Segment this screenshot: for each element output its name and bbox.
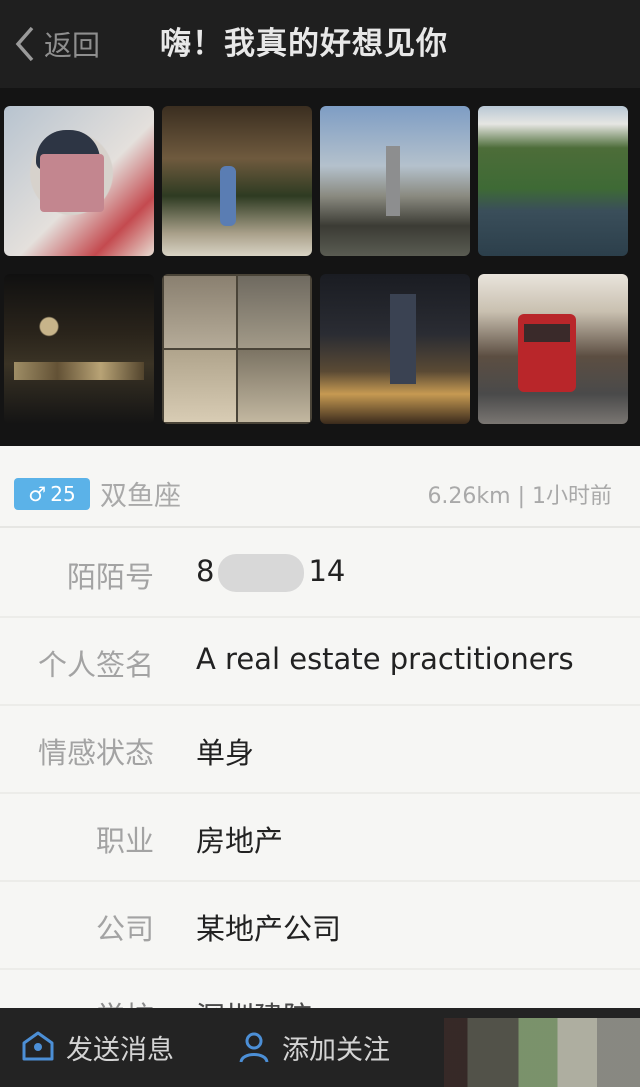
photo-thumbnail-5[interactable] [4,274,154,424]
photo-thumbnail-7[interactable] [320,274,470,424]
photo-thumbnail-2[interactable] [162,106,312,256]
chevron-left-icon [15,26,34,62]
age-value: 25 [50,482,76,506]
photo-subject [390,294,416,384]
photo-thumbnail-4[interactable] [478,106,628,256]
photo-subject [518,314,576,392]
zodiac-sign: 双鱼座 [100,481,181,512]
add-follow-button[interactable]: 添加关注 [236,1022,390,1072]
send-message-label: 发送消息 [66,1034,174,1066]
top-nav-bar: 返回 嗨！我真的好想见你 [0,0,640,88]
photo-thumbnail-6[interactable] [162,274,312,424]
gender-age-badge: ♂ 25 [14,478,90,510]
collage-cell [238,350,310,422]
photo-subject [386,146,400,216]
chat-icon [22,1031,54,1061]
field-row-relationship: 情感状态 单身 [0,706,640,794]
momo-id-prefix: 8 [196,554,215,588]
collage-cell [164,350,236,422]
relationship-value: 单身 [196,736,255,770]
field-row-momo-id: 陌陌号 8 14 [0,530,640,618]
page-title: 嗨！我真的好想见你 [160,26,448,62]
photo-subject [220,166,236,226]
field-label: 情感状态 [37,736,154,770]
occupation-value: 房地产 [196,824,284,858]
field-label: 个人签名 [37,648,154,682]
face-mosaic [40,154,104,212]
redaction-mask [218,554,305,592]
distance-time: 6.26km | 1小时前 [427,484,612,509]
field-row-signature: 个人签名 A real estate practitioners [0,618,640,706]
collage-cell [164,276,236,348]
field-row-occupation: 职业 房地产 [0,794,640,882]
collage-cell [238,276,310,348]
add-follow-label: 添加关注 [282,1034,390,1066]
photo-subject [14,362,144,380]
photo-thumbnail-8[interactable] [478,274,628,424]
male-icon: ♂ [28,482,47,506]
momo-id-suffix: 14 [308,554,346,588]
field-row-company: 公司 某地产公司 [0,882,640,970]
profile-summary-row: ♂ 25 双鱼座 6.26km | 1小时前 [0,460,640,528]
photo-thumbnail-1[interactable] [4,106,154,256]
user-add-icon [239,1032,269,1063]
field-label: 陌陌号 [66,560,154,594]
photo-thumbnail-3[interactable] [320,106,470,256]
mosaic-watermark [444,1018,640,1087]
field-label: 职业 [95,824,154,858]
back-label: 返回 [44,29,101,62]
photo-gallery [0,88,640,446]
company-value: 某地产公司 [196,912,342,946]
send-message-button[interactable]: 发送消息 [20,1022,174,1072]
signature-value: A real estate practitioners [196,642,574,676]
momo-id-value: 8 14 [196,554,345,592]
field-label: 公司 [95,912,154,946]
back-button[interactable]: 返回 [14,22,100,66]
